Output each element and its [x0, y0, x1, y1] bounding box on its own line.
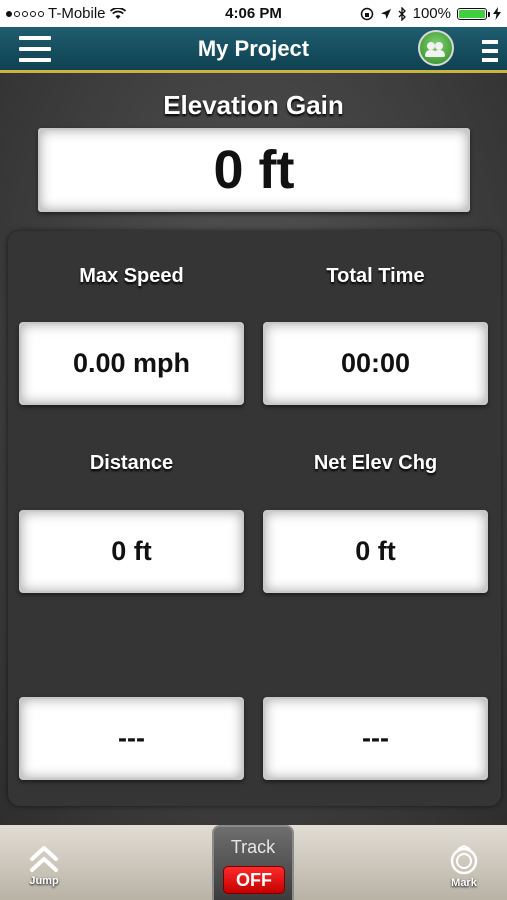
more-options-icon[interactable] [482, 40, 498, 62]
bluetooth-icon [398, 6, 406, 21]
track-toggle-button[interactable]: Track OFF [212, 825, 294, 900]
track-status-badge: OFF [223, 866, 285, 894]
max-speed-label: Max Speed [79, 265, 184, 287]
charging-bolt-icon [493, 7, 501, 20]
location-arrow-icon [380, 8, 391, 19]
orientation-lock-icon [360, 7, 373, 20]
jump-button[interactable]: Jump [14, 845, 74, 887]
extra-stat-1-value: --- [19, 697, 244, 780]
status-right: 100% [360, 5, 501, 22]
group-users-icon[interactable] [418, 30, 454, 66]
main-content: Elevation Gain 0 ft Max Speed Total Time… [0, 73, 507, 825]
net-elev-chg-value: 0 ft [263, 510, 488, 593]
total-time-label: Total Time [326, 265, 425, 287]
mark-label: Mark [451, 877, 477, 889]
extra-stat-2-value: --- [263, 697, 488, 780]
status-bar: T-Mobile 4:06 PM 100% [0, 0, 507, 27]
total-time-value: 00:00 [263, 322, 488, 405]
net-elev-chg-label: Net Elev Chg [313, 452, 438, 474]
distance-value: 0 ft [19, 510, 244, 593]
stats-panel: Max Speed Total Time 0.00 mph 00:00 Dist… [8, 231, 501, 806]
elevation-gain-label: Elevation Gain [163, 90, 344, 120]
jump-label: Jump [29, 875, 59, 887]
mark-target-icon [450, 845, 478, 875]
elevation-gain-value: 0 ft [38, 128, 470, 212]
distance-label: Distance [89, 452, 174, 474]
max-speed-value: 0.00 mph [19, 322, 244, 405]
app-header: My Project [0, 27, 507, 73]
double-chevron-up-icon [30, 846, 58, 872]
battery-icon [457, 7, 490, 20]
track-label: Track [230, 837, 276, 857]
battery-percent: 100% [412, 5, 451, 22]
bottom-bar: Jump Track OFF Mark [0, 825, 507, 900]
mark-button[interactable]: Mark [434, 845, 494, 889]
